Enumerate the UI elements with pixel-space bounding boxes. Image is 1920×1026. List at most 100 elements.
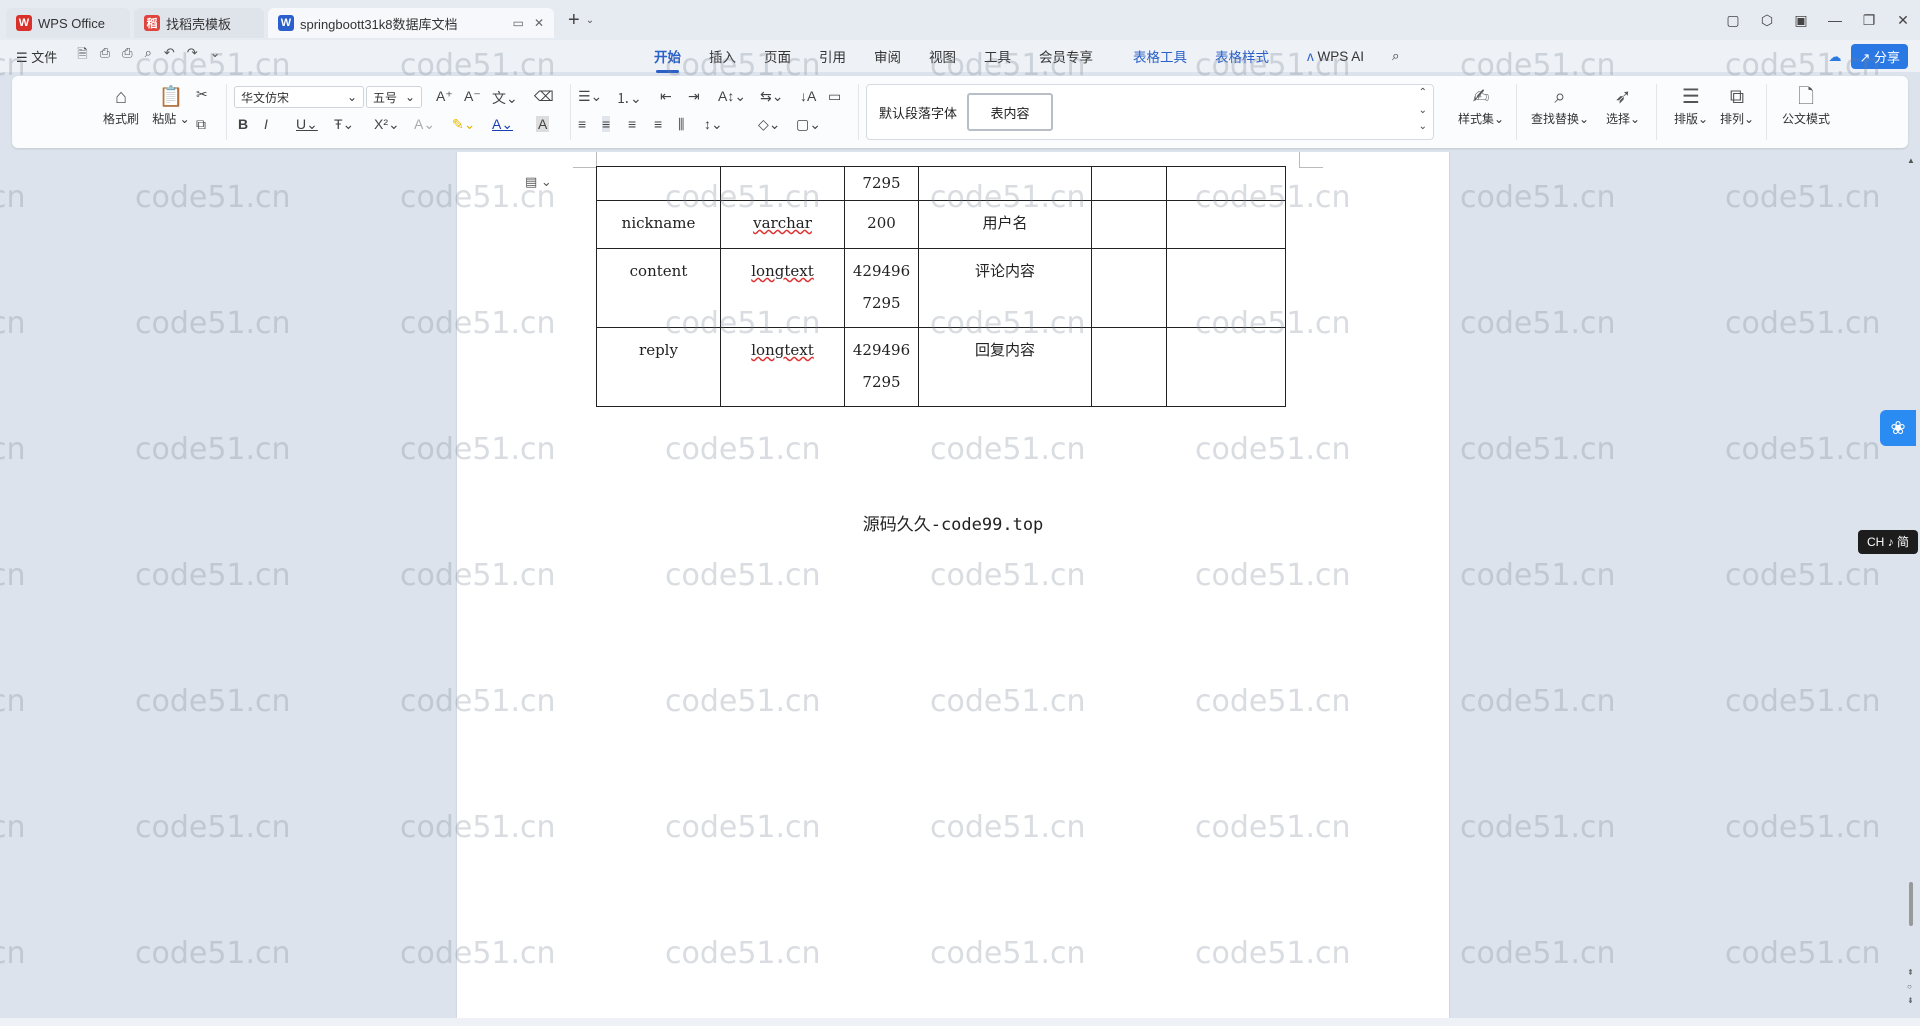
monitor-icon[interactable]: ▭ — [513, 16, 524, 30]
table-cell[interactable]: 429496 7295 — [844, 327, 919, 407]
scroll-down-icon[interactable]: ⌄ — [1419, 105, 1427, 116]
document-canvas[interactable]: ▤ ⌄ 7295 nickname varchar 200 用户名 conten… — [0, 152, 1920, 1020]
table-cell[interactable]: 用户名 — [918, 200, 1092, 249]
cloud-upload-icon[interactable]: ☁ — [1828, 49, 1841, 65]
table-cell[interactable]: 429496 7295 — [844, 248, 919, 328]
clear-format-icon[interactable]: ⌫ — [534, 88, 554, 105]
font-color-icon[interactable]: A⌄ — [492, 116, 513, 133]
style-table-content[interactable]: 表内容 — [967, 93, 1053, 131]
sort-icon[interactable]: ↓A — [800, 88, 816, 104]
table-cell[interactable] — [1166, 166, 1286, 201]
scroll-up-icon[interactable]: ▲ — [1907, 156, 1915, 165]
table-cell[interactable]: longtext — [720, 248, 845, 328]
undo-icon[interactable]: ↶ — [164, 45, 175, 67]
avatar[interactable]: ▣ — [1784, 12, 1818, 29]
tab-document[interactable]: W springboott31k8数据库文档 ▭ ✕ — [268, 8, 554, 38]
ime-indicator[interactable]: CH ♪ 简 — [1858, 530, 1918, 554]
tab-review[interactable]: 审阅 — [874, 46, 901, 66]
window-layout-icon[interactable]: ▢ — [1716, 12, 1750, 29]
show-marks-icon[interactable]: ▭ — [828, 88, 841, 105]
wps-ai-button[interactable]: ʌ WPS AI — [1307, 49, 1364, 64]
table-cell[interactable] — [918, 166, 1092, 201]
table-cell[interactable]: 评论内容 — [918, 248, 1092, 328]
select-button[interactable]: ➶ 选择⌄ — [1596, 84, 1650, 127]
format-painter-button[interactable]: ⌂ 格式刷 — [94, 84, 148, 127]
style-default-paragraph[interactable]: 默认段落字体 — [871, 93, 965, 131]
print-icon[interactable]: ⎙ — [122, 45, 132, 67]
copy-icon[interactable]: ⧉ — [196, 116, 206, 133]
restore-icon[interactable]: ❐ — [1852, 12, 1886, 29]
find-replace-button[interactable]: ⌕ 查找替换⌄ — [1528, 84, 1592, 127]
cube-icon[interactable]: ⬡ — [1750, 12, 1784, 29]
select-browse-icon[interactable]: ○ — [1907, 982, 1912, 991]
file-menu[interactable]: ☰ 文件 — [16, 47, 57, 66]
numbered-list-icon[interactable]: ⒈⌄ — [616, 88, 642, 108]
table-cell[interactable] — [1166, 327, 1286, 407]
char-shading-icon[interactable]: A — [536, 116, 550, 132]
line-spacing-icon[interactable]: ↕⌄ — [704, 116, 723, 133]
decrease-indent-icon[interactable]: ⇤ — [660, 88, 672, 105]
prev-page-icon[interactable]: ⇞ — [1907, 968, 1914, 977]
table-cell[interactable]: 回复内容 — [918, 327, 1092, 407]
table-cell[interactable]: varchar — [720, 200, 845, 249]
close-window-icon[interactable]: ✕ — [1886, 12, 1920, 29]
vertical-scrollbar[interactable]: ▲ ⇞ ○ ⇟ — [1904, 156, 1918, 1016]
arrange-button[interactable]: ⧉ 排列⌄ — [1710, 84, 1764, 127]
align-right-icon[interactable]: ≡ — [628, 116, 636, 132]
minimize-icon[interactable]: — — [1818, 12, 1852, 28]
tab-docer-templates[interactable]: 稻 找稻壳模板 — [134, 8, 264, 38]
phonetic-icon[interactable]: 文⌄ — [492, 88, 518, 108]
paste-button[interactable]: 📋 粘贴 ⌄ — [144, 84, 198, 127]
tab-tools[interactable]: 工具 — [984, 46, 1011, 66]
table-cell[interactable] — [1166, 248, 1286, 328]
document-page[interactable]: ▤ ⌄ 7295 nickname varchar 200 用户名 conten… — [457, 152, 1449, 1020]
shrink-font-icon[interactable]: A⁻ — [464, 88, 481, 105]
grow-font-icon[interactable]: A⁺ — [436, 88, 453, 105]
tab-wps-office[interactable]: W WPS Office — [6, 8, 130, 38]
table-cell[interactable]: longtext — [720, 327, 845, 407]
table-cell[interactable] — [596, 166, 721, 201]
text-effect-icon[interactable]: A⌄ — [414, 116, 435, 133]
table-cell[interactable] — [1166, 200, 1286, 249]
table-cell[interactable]: 200 — [844, 200, 919, 249]
tab-table-tools[interactable]: 表格工具 — [1133, 46, 1187, 66]
close-tab-icon[interactable]: ✕ — [534, 16, 544, 30]
next-page-icon[interactable]: ⇟ — [1907, 996, 1914, 1005]
shading-icon[interactable]: ◇⌄ — [758, 116, 781, 133]
distributed-icon[interactable]: ⫼ — [678, 116, 684, 133]
table-handle-icon[interactable]: ▤ ⌄ — [525, 174, 552, 190]
align-center-icon[interactable]: ≡ — [602, 116, 611, 132]
table-cell[interactable]: nickname — [596, 200, 721, 249]
font-name-select[interactable]: 华文仿宋 ⌄ — [234, 86, 364, 108]
bullet-list-icon[interactable]: ☰⌄ — [578, 88, 602, 105]
print-preview-icon[interactable]: ⌕ — [145, 45, 152, 67]
italic-icon[interactable]: I — [264, 116, 268, 132]
official-doc-mode-button[interactable]: 🗋 公文模式 — [1774, 84, 1838, 127]
justify-icon[interactable]: ≡ — [654, 116, 662, 132]
search-icon[interactable]: ⌕ — [1392, 48, 1400, 64]
tab-member[interactable]: 会员专享 — [1039, 46, 1093, 66]
table-cell[interactable] — [1091, 327, 1167, 407]
save-icon[interactable]: 🗎 — [77, 45, 87, 67]
redo-icon[interactable]: ↷ — [187, 45, 198, 67]
table-cell[interactable]: content — [596, 248, 721, 328]
underline-icon[interactable]: U⌄ — [296, 116, 318, 133]
cut-icon[interactable]: ✂ — [196, 86, 208, 103]
font-size-select[interactable]: 五号 ⌄ — [366, 86, 422, 108]
border-icon[interactable]: ▢⌄ — [796, 116, 821, 133]
expand-icon[interactable]: ⌄ — [1419, 121, 1427, 132]
tab-home[interactable]: 开始 — [654, 46, 681, 73]
char-spacing-icon[interactable]: A↕⌄ — [718, 88, 746, 105]
superscript-icon[interactable]: X²⌄ — [374, 116, 400, 133]
strikethrough-icon[interactable]: Ŧ⌄ — [334, 116, 354, 133]
share-button[interactable]: ↗ 分享 — [1851, 44, 1908, 69]
more-icon[interactable]: ⌄ — [210, 45, 221, 67]
align-left-icon[interactable]: ≡ — [578, 116, 586, 132]
table-cell[interactable] — [720, 166, 845, 201]
table-cell[interactable] — [1091, 248, 1167, 328]
page-footer-text[interactable]: 源码久久-code99.top — [457, 510, 1449, 535]
tab-page[interactable]: 页面 — [764, 46, 791, 66]
increase-indent-icon[interactable]: ⇥ — [688, 88, 700, 105]
tab-references[interactable]: 引用 — [819, 46, 846, 66]
bold-icon[interactable]: B — [238, 116, 248, 132]
